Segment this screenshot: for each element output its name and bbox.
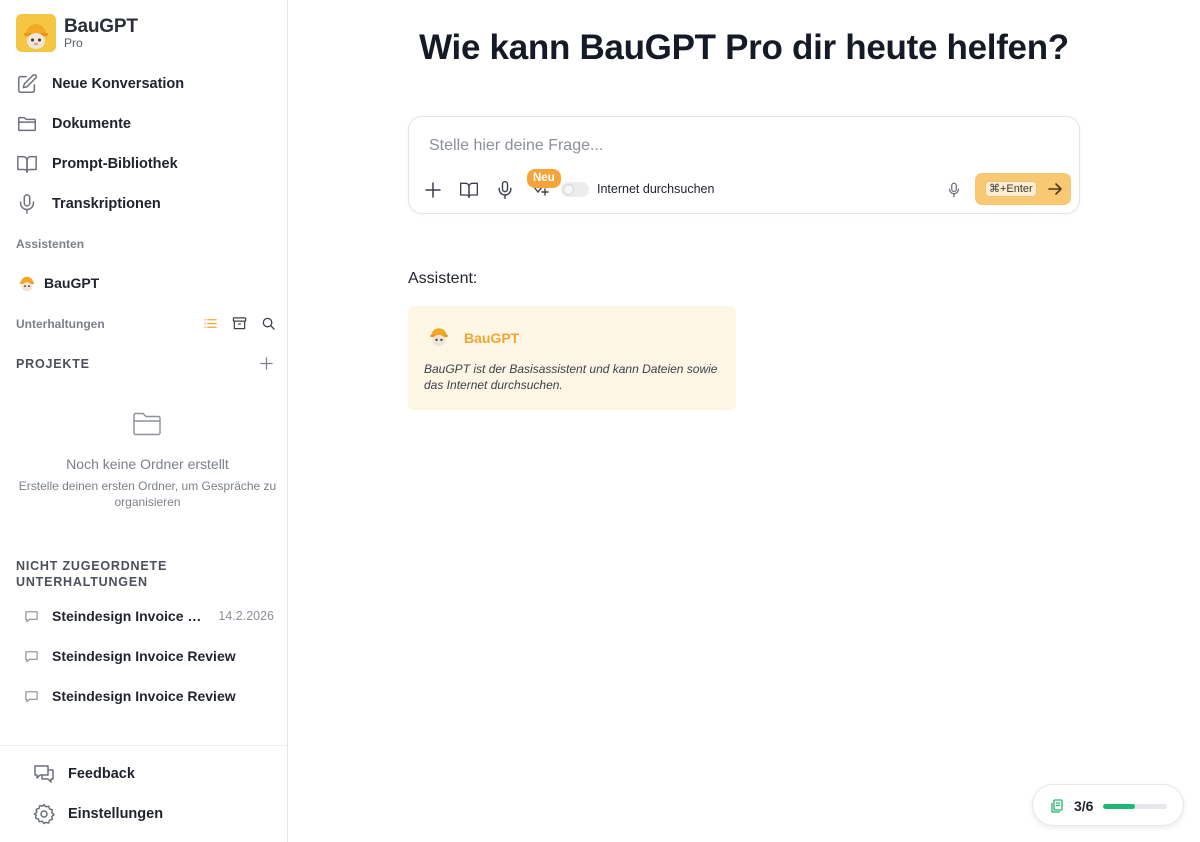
page-title: Wie kann BauGPT Pro dir heute helfen? xyxy=(419,28,1069,67)
chat-composer: Neu Internet durchsuchen ⌘+Enter xyxy=(408,116,1080,214)
usage-progress-fill xyxy=(1103,804,1135,809)
send-button[interactable]: ⌘+Enter xyxy=(975,173,1071,205)
nav-label: Dokumente xyxy=(52,116,131,132)
archive-icon[interactable] xyxy=(232,316,247,331)
conversation-title: Steindesign Invoice Review xyxy=(52,688,236,704)
nav-label: Transkriptionen xyxy=(52,196,161,212)
arrow-right-icon xyxy=(1048,183,1062,195)
chat-bubble-icon xyxy=(25,690,38,702)
conversation-title: Steindesign Invoice Review xyxy=(52,648,236,664)
nav-documents[interactable]: Dokumente xyxy=(16,110,131,138)
add-project-icon[interactable] xyxy=(259,356,274,371)
conversation-tools xyxy=(203,316,276,331)
settings-label: Einstellungen xyxy=(68,806,164,822)
assistant-card-description: BauGPT ist der Basisassistent und kann D… xyxy=(424,362,718,392)
empty-projects-description: Erstelle deinen ersten Ordner, um Gesprä… xyxy=(18,479,277,509)
usage-progress-bar xyxy=(1103,804,1167,809)
brand[interactable]: BauGPT Pro xyxy=(16,14,138,52)
feedback-button[interactable]: Feedback xyxy=(32,762,135,786)
sidebar: BauGPT Pro Neue Konversation Dokumente P… xyxy=(0,0,288,842)
internet-search-toggle[interactable] xyxy=(561,182,589,197)
search-icon[interactable] xyxy=(261,316,276,331)
chat-bubble-icon xyxy=(25,610,38,622)
microphone-icon xyxy=(19,194,35,214)
send-shortcut: ⌘+Enter xyxy=(985,181,1037,197)
edit-icon xyxy=(18,74,37,93)
baugpt-avatar-icon xyxy=(19,276,35,292)
projects-section-label: PROJEKTE xyxy=(16,357,90,371)
feedback-icon xyxy=(34,765,54,783)
toggle-knob xyxy=(563,184,574,195)
empty-projects-title: Noch keine Ordner erstellt xyxy=(66,456,229,472)
assistant-item-baugpt[interactable]: BauGPT xyxy=(18,274,99,292)
settings-button[interactable]: Einstellungen xyxy=(32,802,163,826)
voice-input-icon[interactable] xyxy=(945,180,963,200)
copy-icon xyxy=(1051,799,1063,813)
new-badge: Neu xyxy=(527,169,561,188)
gear-icon xyxy=(33,803,55,825)
list-icon[interactable] xyxy=(203,316,218,331)
nav-transcriptions[interactable]: Transkriptionen xyxy=(16,190,161,218)
prompt-input[interactable] xyxy=(429,137,1029,155)
assistants-section-label: Assistenten xyxy=(16,237,85,251)
conversation-item[interactable]: Steindesign Invoice Review xyxy=(24,684,274,708)
internet-search-label: Internet durchsuchen xyxy=(597,182,715,196)
conversation-date: 14.2.2026 xyxy=(218,609,274,623)
conversation-item[interactable]: Steindesign Invoice Review 14.2.2026 xyxy=(24,604,274,628)
footer-divider xyxy=(0,745,287,746)
microphone-icon[interactable] xyxy=(495,180,515,200)
assistant-item-label: BauGPT xyxy=(44,275,100,291)
nav-new-conversation[interactable]: Neue Konversation xyxy=(16,70,184,98)
book-icon[interactable] xyxy=(459,180,479,200)
unassigned-section-label: NICHT ZUGEORDNETE UNTERHALTUNGEN xyxy=(16,559,168,589)
assistant-section-label: Assistent: xyxy=(408,270,478,287)
feedback-label: Feedback xyxy=(68,766,135,782)
main-content: Wie kann BauGPT Pro dir heute helfen? Ne… xyxy=(288,0,1200,842)
nav-label: Prompt-Bibliothek xyxy=(52,156,178,172)
brand-tier: Pro xyxy=(64,36,83,50)
nav-prompt-library[interactable]: Prompt-Bibliothek xyxy=(16,150,178,178)
chat-bubble-icon xyxy=(25,650,38,662)
conversation-title: Steindesign Invoice Review xyxy=(52,608,210,624)
empty-folder-icon xyxy=(133,412,161,436)
conversations-section-label: Unterhaltungen xyxy=(16,317,105,331)
assistant-card-name: BauGPT xyxy=(464,330,520,346)
plus-icon[interactable] xyxy=(423,180,443,200)
baugpt-logo xyxy=(16,14,56,52)
baugpt-avatar-icon xyxy=(430,328,448,346)
brand-name: BauGPT xyxy=(64,16,138,37)
usage-indicator[interactable]: 3/6 xyxy=(1032,784,1184,826)
conversation-item[interactable]: Steindesign Invoice Review xyxy=(24,644,274,668)
folder-icon xyxy=(18,116,36,132)
usage-count: 3/6 xyxy=(1074,798,1094,814)
assistant-card[interactable]: BauGPT BauGPT ist der Basisassistent und… xyxy=(408,306,736,410)
book-icon xyxy=(17,155,37,173)
nav-label: Neue Konversation xyxy=(52,76,185,92)
